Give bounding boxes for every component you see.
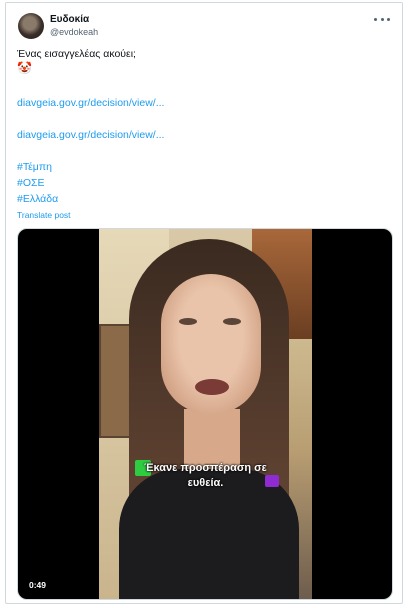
hashtag-ose[interactable]: #ΟΣΕ bbox=[17, 177, 45, 190]
link-diavgeia-2[interactable]: diavgeia.gov.gr/decision/view/... bbox=[17, 129, 164, 142]
display-name[interactable]: Ευδοκία bbox=[50, 14, 89, 25]
user-handle[interactable]: @evdokeah bbox=[50, 27, 98, 37]
face bbox=[161, 274, 261, 414]
avatar[interactable] bbox=[18, 13, 44, 39]
video-frame: Έκανε προσπέραση σε ευθεία. bbox=[99, 229, 312, 599]
video-player[interactable]: Έκανε προσπέραση σε ευθεία. 0:49 bbox=[17, 228, 393, 600]
video-subtitle: Έκανε προσπέραση σε ευθεία. bbox=[144, 462, 267, 489]
translate-post-link[interactable]: Translate post bbox=[17, 210, 71, 220]
tweet-card: Ευδοκία @evdokeah Ένας εισαγγελέας ακούε… bbox=[5, 2, 403, 604]
post-text: Ένας εισαγγελέας ακούει; bbox=[17, 48, 136, 60]
clown-emoji: 🤡 bbox=[17, 61, 32, 75]
hashtag-ellada[interactable]: #Ελλάδα bbox=[17, 193, 58, 206]
link-diavgeia-1[interactable]: diavgeia.gov.gr/decision/view/... bbox=[17, 97, 164, 110]
more-options-icon[interactable] bbox=[374, 13, 390, 25]
video-timestamp: 0:49 bbox=[24, 579, 52, 591]
hashtag-tempi[interactable]: #Τέμπη bbox=[17, 161, 52, 174]
